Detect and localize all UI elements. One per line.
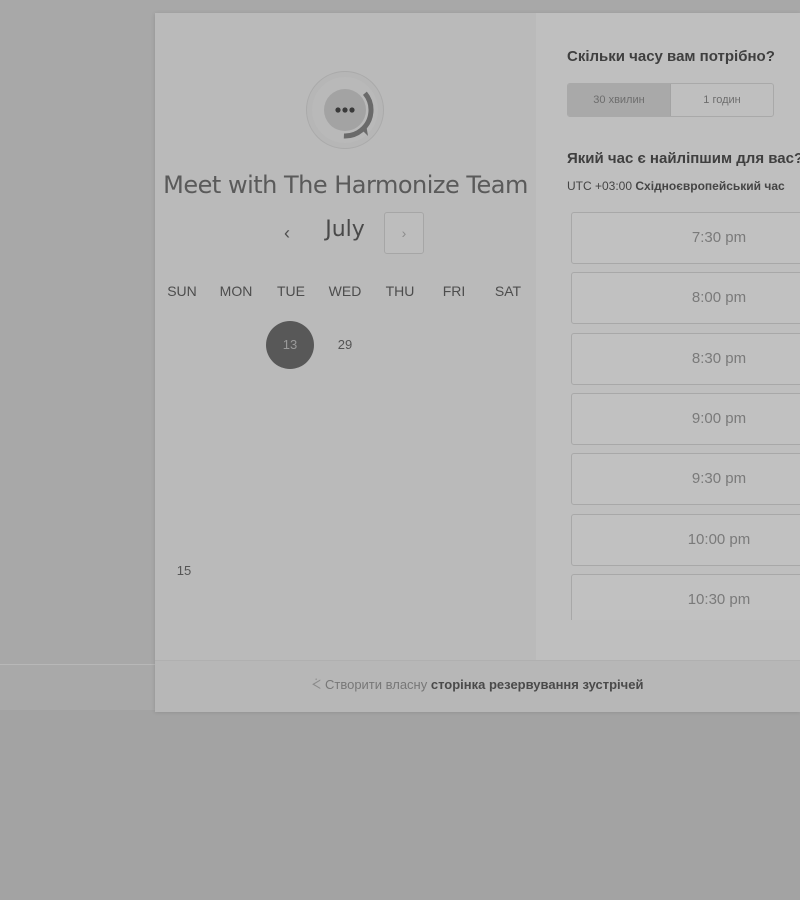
timezone-label: UTC +03:00 Східноєвропейський час: [567, 179, 800, 193]
weekday-sat: SAT: [494, 283, 522, 299]
previous-month-button[interactable]: ‹: [275, 220, 299, 246]
time-slot[interactable]: 8:30 pm: [571, 333, 800, 385]
time-slot-label: 9:30 pm: [691, 470, 747, 487]
duration-question: Скільки часу вам потрібно?: [567, 48, 775, 65]
time-slots-scroll-edge: [536, 620, 800, 660]
month-navigation: ‹ July ›: [155, 212, 536, 254]
time-slot[interactable]: 9:30 pm: [571, 453, 800, 505]
time-slot[interactable]: 10:00 pm: [571, 514, 800, 566]
footer-text: ᢵ Створити власну сторінка резервування з…: [155, 677, 800, 693]
footer-prefix: Створити власну: [324, 677, 428, 692]
calendar-panel: Meet with The Harmonize Team ‹ July › SU…: [155, 13, 537, 660]
time-slot-label: 9:00 pm: [691, 410, 747, 427]
duration-1-hour-button[interactable]: 1 годин: [671, 84, 773, 116]
hubspot-sprocket-icon: ᢵ: [311, 677, 321, 692]
calendar-day-selected[interactable]: 13: [266, 321, 314, 369]
timezone-offset: UTC +03:00: [567, 179, 633, 193]
time-slot[interactable]: 7:30 pm: [571, 212, 800, 264]
footer: ᢵ Створити власну сторінка резервування з…: [155, 660, 800, 712]
calendar-day[interactable]: 29: [321, 321, 369, 369]
weekday-sun: SUN: [167, 283, 197, 299]
time-slot-label: 10:30 pm: [687, 591, 751, 608]
timezone-name: Східноєвропейський час: [635, 179, 785, 193]
time-slot-label: 8:30 pm: [691, 350, 747, 367]
weekday-fri: FRI: [442, 283, 466, 299]
duration-30-min-button[interactable]: 30 хвилин: [568, 84, 671, 116]
time-slot-label: 7:30 pm: [691, 229, 747, 246]
calendar-day[interactable]: 15: [160, 547, 208, 595]
time-slot[interactable]: 8:00 pm: [571, 272, 800, 324]
chat-ellipsis-icon: [306, 71, 384, 149]
time-slot[interactable]: 10:30 pm: [571, 574, 800, 626]
create-booking-page-link[interactable]: сторінка резервування зустрічей: [431, 677, 644, 692]
meeting-title: Meet with The Harmonize Team: [163, 171, 528, 199]
next-month-button[interactable]: ›: [384, 212, 424, 254]
time-slot-label: 8:00 pm: [691, 289, 747, 306]
meeting-scheduler-modal: Meet with The Harmonize Team ‹ July › SU…: [155, 13, 800, 712]
month-label: July: [325, 217, 365, 242]
weekday-wed: WED: [328, 283, 362, 299]
weekday-tue: TUE: [277, 283, 305, 299]
time-slot-label: 10:00 pm: [687, 531, 751, 548]
weekday-thu: THU: [385, 283, 415, 299]
time-slot[interactable]: 9:00 pm: [571, 393, 800, 445]
time-question: Який час є найліпшим для вас?: [567, 150, 800, 167]
weekday-mon: MON: [219, 283, 253, 299]
duration-selector: 30 хвилин 1 годин: [567, 83, 774, 117]
time-selection-panel: Скільки часу вам потрібно? 30 хвилин 1 г…: [536, 13, 800, 660]
